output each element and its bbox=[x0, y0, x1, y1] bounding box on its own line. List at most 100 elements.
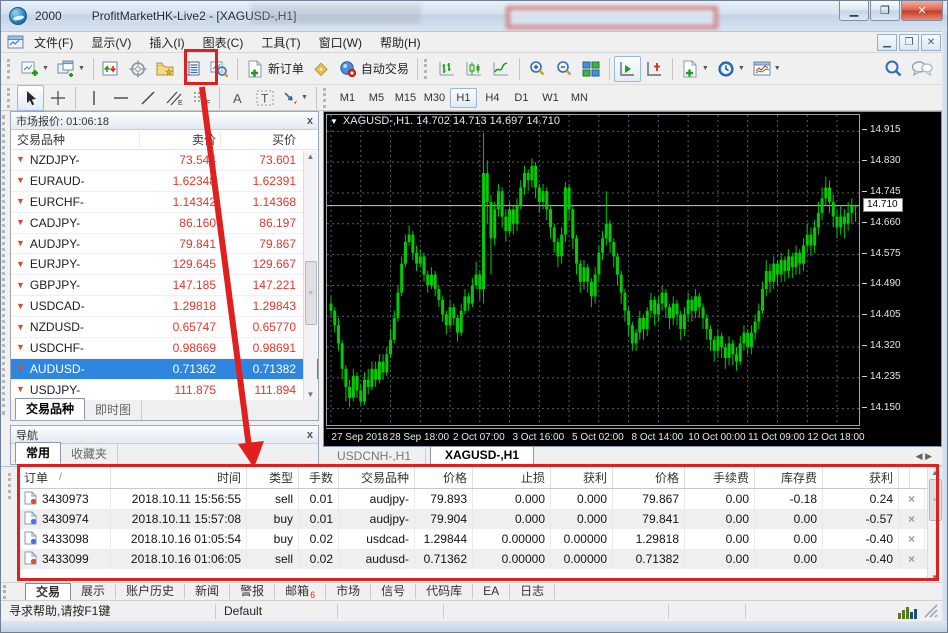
candlestick-mode-button[interactable] bbox=[461, 56, 488, 82]
timeframe-w1[interactable]: W1 bbox=[537, 88, 564, 108]
metaeditor-button[interactable] bbox=[308, 56, 335, 82]
market-watch-tab-即时图[interactable]: 即时图 bbox=[85, 400, 143, 420]
terminal-tab-展示[interactable]: 展示 bbox=[71, 584, 117, 599]
channel-tool-button[interactable]: E bbox=[161, 85, 188, 111]
market-watch-row[interactable]: ▼ EURAUD- 1.62348 1.62391 bbox=[11, 171, 318, 192]
title-bar[interactable]: 2000 ProfitMarketHK-Live2 - [XAGUSD-,H1]… bbox=[1, 1, 947, 31]
orders-column-2[interactable]: 类型 bbox=[247, 467, 299, 488]
orders-column-3[interactable]: 手数 bbox=[299, 467, 339, 488]
navigator-button[interactable]: ★ bbox=[152, 56, 179, 82]
terminal-tab-代码库[interactable]: 代码库 bbox=[416, 584, 474, 599]
navigator-tab-常用[interactable]: 常用 bbox=[15, 442, 62, 464]
price-axis[interactable]: 14.915 14.830 14.745 14.660 14.575 14.490 14.4… bbox=[862, 114, 938, 426]
timeframe-h4[interactable]: H4 bbox=[479, 88, 506, 108]
menu-item-4[interactable]: 工具(T) bbox=[252, 32, 309, 53]
vertical-line-tool-button[interactable] bbox=[80, 85, 107, 111]
chart-tab-USDCNH-,H1[interactable]: USDCNH-,H1 bbox=[323, 448, 427, 465]
terminal-tab-EA[interactable]: EA bbox=[473, 584, 511, 599]
chart-shift-button[interactable] bbox=[641, 56, 668, 82]
orders-column-0[interactable]: 订单 / bbox=[19, 467, 111, 488]
terminal-tab-日志[interactable]: 日志 bbox=[510, 584, 556, 599]
column-symbol[interactable]: 交易品种 bbox=[11, 131, 139, 148]
orders-column-10[interactable]: 库存费 bbox=[755, 467, 823, 488]
terminal-tab-市场[interactable]: 市场 bbox=[326, 584, 372, 599]
chart-plot-area[interactable] bbox=[326, 114, 860, 426]
market-watch-titlebar[interactable]: 市场报价: 01:06:18 x bbox=[11, 112, 318, 130]
timeframe-m30[interactable]: M30 bbox=[421, 88, 448, 108]
data-window-button[interactable] bbox=[125, 56, 152, 82]
timeframe-m5[interactable]: M5 bbox=[363, 88, 390, 108]
menu-item-2[interactable]: 插入(I) bbox=[140, 32, 193, 53]
status-profile[interactable]: Default bbox=[216, 603, 338, 619]
panel-grip[interactable] bbox=[8, 473, 11, 499]
close-order-icon[interactable]: × bbox=[899, 489, 925, 509]
chart-tab-XAGUSD-,H1[interactable]: XAGUSD-,H1 bbox=[430, 446, 535, 465]
zoom-in-button[interactable] bbox=[524, 56, 551, 82]
toolbar-grip[interactable] bbox=[7, 87, 13, 108]
search-button[interactable] bbox=[880, 56, 907, 82]
auto-scroll-button[interactable] bbox=[613, 55, 641, 82]
market-watch-row[interactable]: ▼ CADJPY- 86.160 86.197 bbox=[11, 213, 318, 234]
terminal-tab-交易[interactable]: 交易 bbox=[25, 582, 72, 601]
minimize-button[interactable]: ▁ bbox=[839, 1, 869, 21]
market-watch-row[interactable]: ▼ EURCHF- 1.14342 1.14368 bbox=[11, 192, 318, 213]
chart-collapse-icon[interactable]: ▼ bbox=[330, 117, 338, 126]
orders-column-5[interactable]: 价格 bbox=[415, 467, 473, 488]
timeframe-m15[interactable]: M15 bbox=[392, 88, 419, 108]
market-watch-row[interactable]: ▼ AUDJPY- 79.841 79.867 bbox=[11, 234, 318, 255]
new-chart-button[interactable]: ▼ bbox=[17, 56, 53, 82]
trendline-tool-button[interactable] bbox=[134, 85, 161, 111]
terminal-grip-strip[interactable] bbox=[1, 467, 19, 583]
community-button[interactable] bbox=[907, 56, 937, 82]
order-row[interactable]: 3430973 2018.10.11 15:56:55 sell 0.01 audjpy… bbox=[19, 489, 927, 509]
orders-column-8[interactable]: 价格 bbox=[613, 467, 685, 488]
orders-column-6[interactable]: 止损 bbox=[473, 467, 551, 488]
arrows-tool-button[interactable]: ▼ bbox=[278, 85, 312, 111]
profiles-button[interactable]: ▼ bbox=[53, 56, 89, 82]
menu-item-5[interactable]: 窗口(W) bbox=[310, 32, 371, 53]
text-tool-button[interactable]: A bbox=[224, 85, 251, 111]
toolbar-grip[interactable] bbox=[7, 58, 13, 79]
order-row[interactable]: 3430974 2018.10.11 15:57:08 buy 0.01 audjpy-… bbox=[19, 509, 927, 529]
timeframe-mn[interactable]: MN bbox=[566, 88, 593, 108]
time-axis[interactable]: 27 Sep 2018 28 Sep 18:00 2 Oct 07:00 3 Oct … bbox=[326, 428, 865, 446]
child-restore-button[interactable]: ❐ bbox=[899, 34, 919, 51]
crosshair-tool-button[interactable] bbox=[44, 85, 71, 111]
strategy-tester-button[interactable] bbox=[206, 56, 233, 82]
menu-item-1[interactable]: 显示(V) bbox=[82, 32, 140, 53]
market-watch-row[interactable]: ▼ NZDJPY- 73.544 73.601 bbox=[11, 150, 318, 171]
menu-item-6[interactable]: 帮助(H) bbox=[371, 32, 430, 53]
terminal-tab-新闻[interactable]: 新闻 bbox=[185, 584, 231, 599]
orders-column-7[interactable]: 获利 bbox=[551, 467, 613, 488]
child-minimize-button[interactable]: ▁ bbox=[877, 34, 897, 51]
market-watch-row[interactable]: ▼ AUDUSD- 0.71362 0.71382 bbox=[11, 358, 318, 380]
timeframe-h1[interactable]: H1 bbox=[449, 87, 477, 108]
terminal-button[interactable] bbox=[179, 56, 206, 82]
order-row[interactable]: 3433098 2018.10.16 01:05:54 buy 0.02 usdcad-… bbox=[19, 529, 927, 549]
close-order-icon[interactable]: × bbox=[899, 529, 925, 549]
orders-column-1[interactable]: 时间 bbox=[111, 467, 247, 488]
orders-column-11[interactable]: 获利 bbox=[823, 467, 899, 488]
bar-chart-mode-button[interactable] bbox=[434, 56, 461, 82]
market-watch-row[interactable]: ▼ EURJPY- 129.645 129.667 bbox=[11, 254, 318, 276]
panel-grip[interactable] bbox=[3, 584, 17, 599]
label-tool-button[interactable]: T bbox=[251, 85, 278, 111]
market-watch-row[interactable]: ▼ USDCAD- 1.29818 1.29843 bbox=[11, 296, 318, 318]
menu-item-3[interactable]: 图表(C) bbox=[194, 32, 253, 53]
column-ask[interactable]: 买价 bbox=[220, 131, 300, 148]
line-chart-mode-button[interactable] bbox=[488, 56, 515, 82]
tab-scroll-arrows[interactable]: ◀ ▶ bbox=[916, 451, 932, 462]
orders-column-4[interactable]: 交易品种 bbox=[339, 467, 415, 488]
tile-windows-button[interactable] bbox=[578, 56, 605, 82]
close-icon[interactable]: x bbox=[307, 115, 313, 126]
toolbar-grip[interactable] bbox=[423, 58, 430, 79]
close-order-icon[interactable]: × bbox=[899, 509, 925, 529]
terminal-tab-警报[interactable]: 警报 bbox=[230, 584, 276, 599]
close-order-icon[interactable]: × bbox=[899, 549, 925, 569]
fibonacci-tool-button[interactable]: F bbox=[188, 85, 215, 111]
terminal-tab-信号[interactable]: 信号 bbox=[371, 584, 417, 599]
horizontal-line-tool-button[interactable] bbox=[107, 85, 134, 111]
new-order-button[interactable]: 新订单 bbox=[242, 56, 308, 82]
market-watch-tab-交易品种[interactable]: 交易品种 bbox=[15, 398, 86, 420]
indicators-button[interactable]: ▼ bbox=[677, 56, 713, 82]
